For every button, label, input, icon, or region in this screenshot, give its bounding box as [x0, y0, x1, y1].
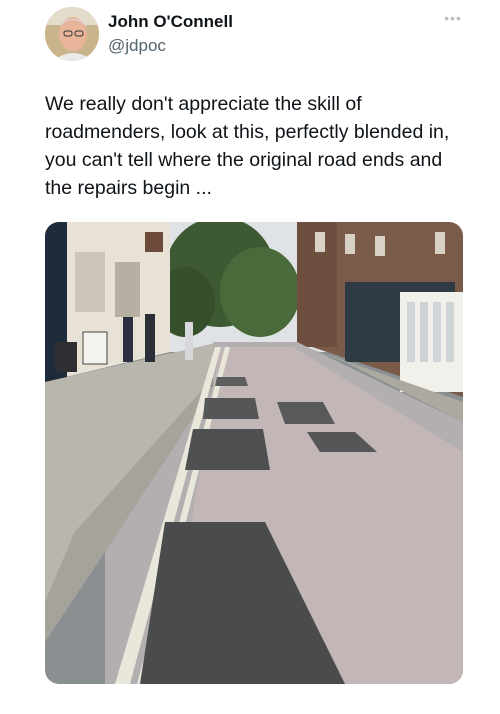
street-photo: [45, 222, 463, 684]
post-text: We really don't appreciate the skill of …: [45, 93, 450, 199]
author-handle[interactable]: @jdpoc: [108, 36, 166, 56]
more-horizontal-icon[interactable]: •••: [440, 8, 466, 28]
avatar[interactable]: [45, 7, 99, 61]
post-photo[interactable]: [45, 222, 463, 684]
post: John O'Connell @jdpoc ••• We really don'…: [0, 0, 500, 714]
author-name[interactable]: John O'Connell: [108, 12, 233, 32]
avatar-photo: [45, 7, 99, 61]
